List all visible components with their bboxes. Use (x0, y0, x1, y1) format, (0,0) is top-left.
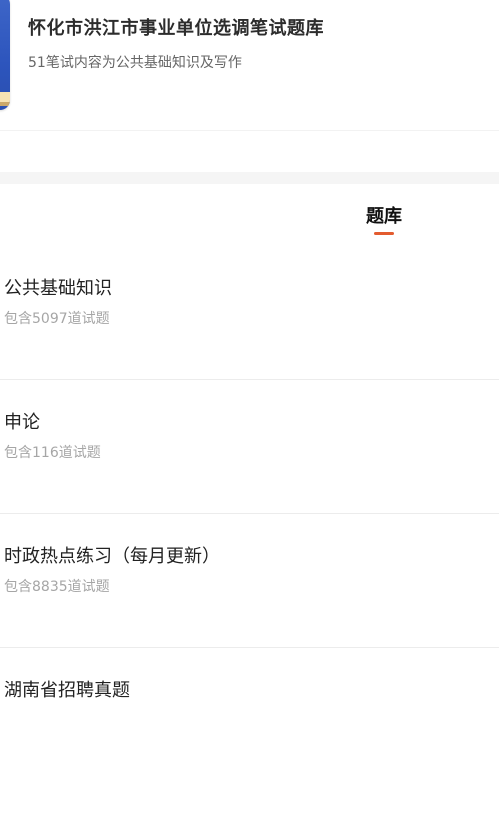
tab-bar: 题库 (0, 184, 499, 246)
bank-header: 怀化市洪江市事业单位选调笔试题库 51笔试内容为公共基础知识及写作 (0, 0, 499, 130)
list-item-title: 申论 (4, 412, 40, 433)
book-pages-shadow (0, 102, 10, 106)
tab-question-bank[interactable]: 题库 (344, 202, 424, 228)
list-item[interactable]: 申论 包含116道试题 (0, 380, 499, 514)
list-item-count: 包含116道试题 (4, 445, 101, 461)
page-title: 怀化市洪江市事业单位选调笔试题库 (28, 18, 324, 39)
section-gap (0, 172, 499, 184)
list-item[interactable]: 时政热点练习（每月更新） 包含8835道试题 (0, 514, 499, 648)
list-item-title: 公共基础知识 (4, 278, 112, 299)
tab-active-indicator (374, 232, 394, 235)
list-item-title: 时政热点练习（每月更新） (4, 546, 220, 567)
page-subtitle: 51笔试内容为公共基础知识及写作 (28, 55, 242, 71)
book-pages (0, 92, 10, 102)
question-bank-list: 公共基础知识 包含5097道试题 申论 包含116道试题 时政热点练习（每月更新… (0, 246, 499, 781)
header-divider (0, 130, 499, 131)
list-item[interactable]: 湖南省招聘真题 (0, 648, 499, 781)
list-item-count: 包含8835道试题 (4, 579, 110, 595)
list-item[interactable]: 公共基础知识 包含5097道试题 (0, 246, 499, 380)
list-item-title: 湖南省招聘真题 (4, 680, 130, 701)
book-cover-icon (0, 0, 10, 110)
list-item-count: 包含5097道试题 (4, 311, 110, 327)
